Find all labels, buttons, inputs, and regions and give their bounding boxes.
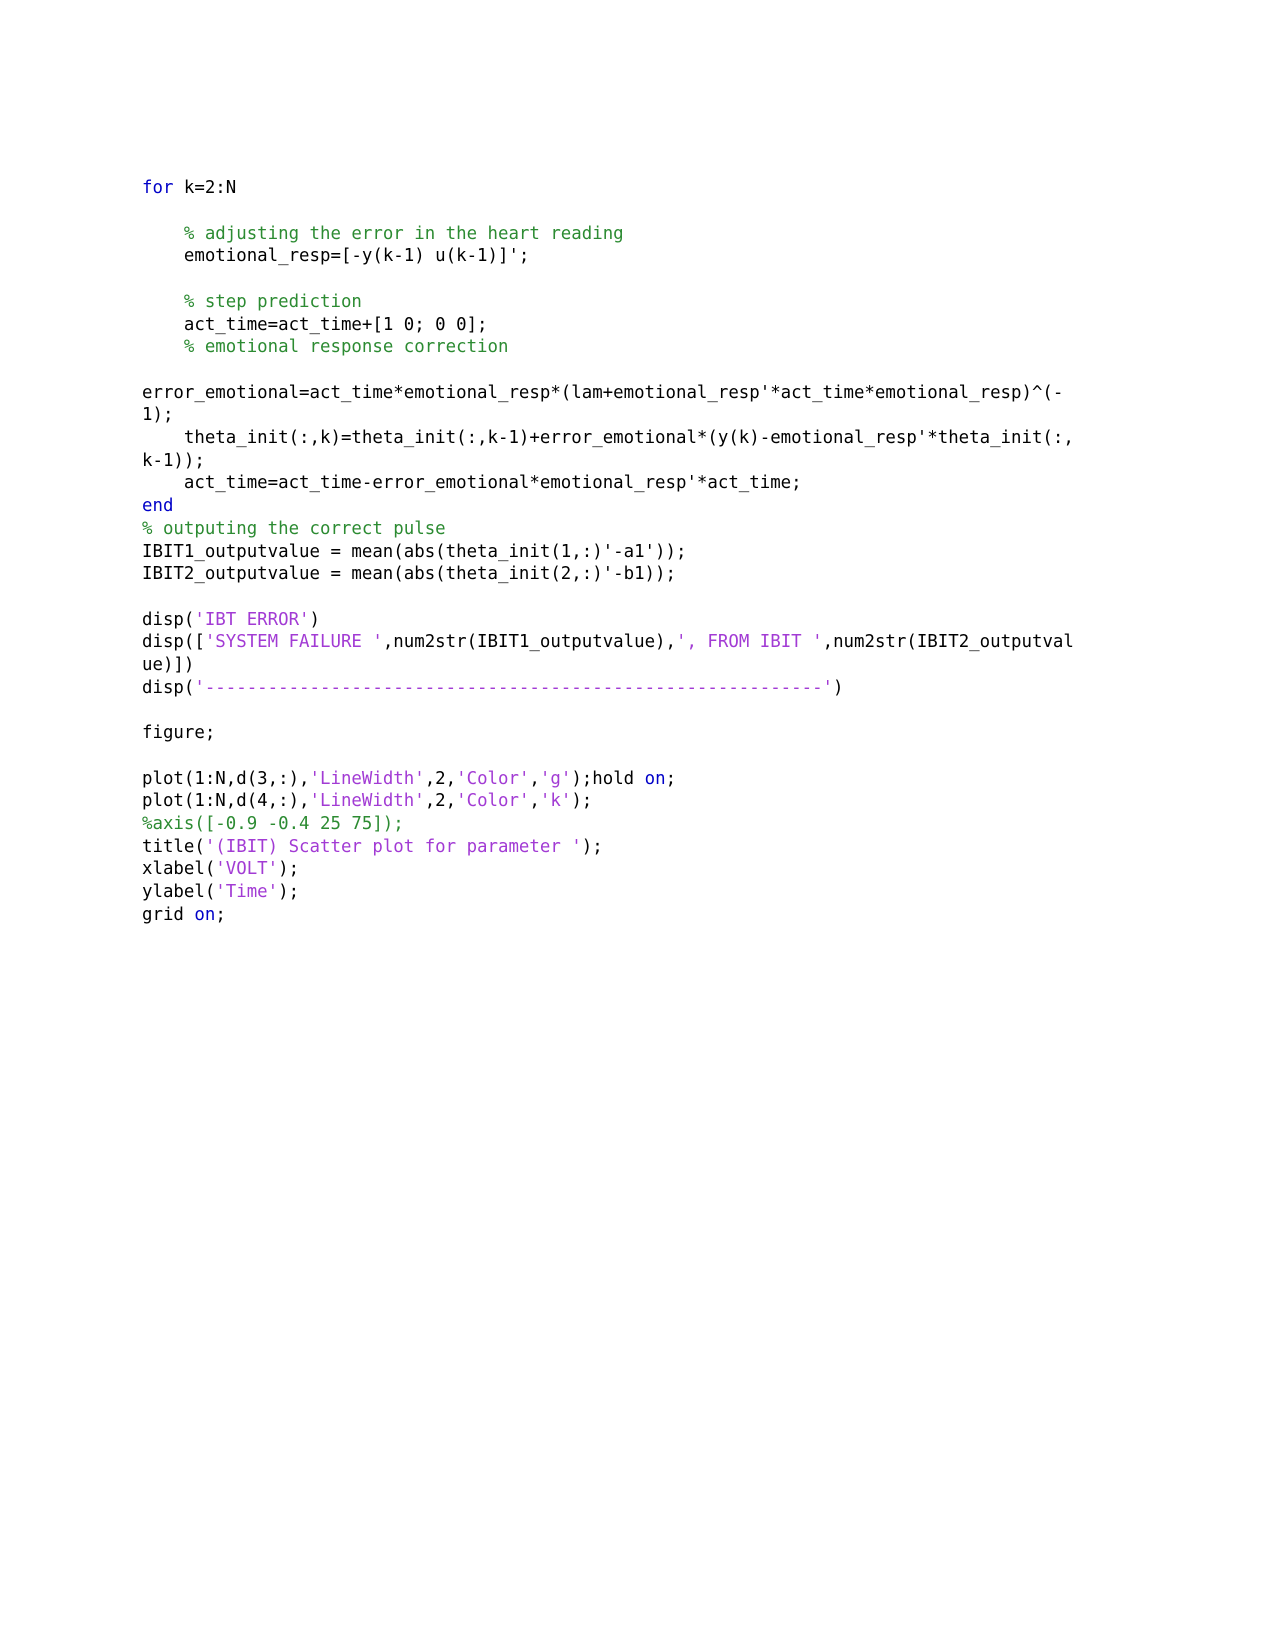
code-line: % step prediction bbox=[142, 291, 1077, 314]
code-token-pl: , bbox=[529, 768, 540, 789]
code-token-pl: ,2, bbox=[424, 791, 457, 812]
code-token-str: 'k' bbox=[539, 791, 572, 812]
code-line: title('(IBIT) Scatter plot for parameter… bbox=[142, 836, 1077, 859]
code-line: act_time=act_time+[1 0; 0 0]; bbox=[142, 314, 1077, 337]
code-line: for k=2:N bbox=[142, 177, 1077, 200]
code-line: ylabel('Time'); bbox=[142, 881, 1077, 904]
code-token-pl: k=2:N bbox=[173, 178, 237, 199]
code-token-pl: );hold bbox=[571, 768, 645, 789]
code-line: plot(1:N,d(3,:),'LineWidth',2,'Color','g… bbox=[142, 768, 1077, 791]
code-token-pl: act_time=act_time-error_emotional*emotio… bbox=[142, 473, 802, 494]
code-token-cm: % outputing the correct pulse bbox=[142, 518, 446, 539]
code-token-pl: act_time=act_time+[1 0; 0 0]; bbox=[142, 314, 488, 335]
code-listing: for k=2:N % adjusting the error in the h… bbox=[142, 177, 1077, 926]
code-token-pl: plot(1:N,d(4,:), bbox=[142, 791, 310, 812]
code-token-pl: theta_init(:,k)=theta_init(:,k-1)+error_… bbox=[142, 428, 1074, 471]
code-token-pl: IBIT1_outputvalue = mean(abs(theta_init(… bbox=[142, 541, 687, 562]
code-token-pl: grid bbox=[142, 904, 195, 925]
code-token-str: 'Color' bbox=[456, 791, 530, 812]
code-token-cm: % emotional response correction bbox=[142, 337, 509, 358]
code-token-kw: for bbox=[142, 178, 174, 199]
code-line: disp('IBT ERROR') bbox=[142, 609, 1077, 632]
code-token-pl: ; bbox=[665, 768, 677, 789]
code-line: error_emotional=act_time*emotional_resp*… bbox=[142, 382, 1077, 427]
code-token-cm: % adjusting the error in the heart readi… bbox=[142, 223, 624, 244]
code-token-pl: ) bbox=[833, 677, 844, 698]
code-line: %axis([-0.9 -0.4 25 75]); bbox=[142, 813, 1077, 836]
code-token-pl: emotional_resp=[-y(k-1) u(k-1)]'; bbox=[142, 246, 530, 267]
code-line: IBIT2_outputvalue = mean(abs(theta_init(… bbox=[142, 563, 1077, 586]
document-page: for k=2:N % adjusting the error in the h… bbox=[0, 0, 1275, 1650]
code-line: grid on; bbox=[142, 904, 1077, 927]
code-token-pl: ,2, bbox=[424, 768, 457, 789]
code-token-str: 'IBT ERROR' bbox=[194, 609, 310, 630]
code-token-pl: error_emotional=act_time*emotional_resp*… bbox=[142, 382, 1064, 426]
code-token-pl: ); bbox=[278, 859, 300, 880]
code-token-str: 'VOLT' bbox=[215, 859, 279, 880]
code-token-pl: xlabel( bbox=[142, 859, 216, 880]
code-line: act_time=act_time-error_emotional*emotio… bbox=[142, 472, 1077, 495]
code-token-cm: %axis([-0.9 -0.4 25 75]); bbox=[142, 813, 404, 834]
code-token-cm: % step prediction bbox=[142, 291, 362, 312]
code-token-str: '---------------------------------------… bbox=[194, 677, 834, 698]
code-token-pl: figure; bbox=[142, 723, 216, 744]
code-token-str: 'LineWidth' bbox=[309, 791, 425, 812]
code-token-pl: ); bbox=[581, 836, 603, 857]
code-token-str: 'LineWidth' bbox=[309, 768, 425, 789]
code-token-str: 'Time' bbox=[215, 882, 279, 903]
code-token-kw: on bbox=[644, 768, 666, 789]
code-token-pl: disp( bbox=[142, 677, 195, 698]
code-token-str: ', FROM IBIT ' bbox=[676, 632, 823, 653]
code-line: IBIT1_outputvalue = mean(abs(theta_init(… bbox=[142, 541, 1077, 564]
code-token-pl: ; bbox=[215, 904, 226, 925]
code-token-str: 'SYSTEM FAILURE ' bbox=[204, 632, 383, 653]
code-token-pl: ); bbox=[278, 882, 300, 903]
code-token-pl: ,num2str(IBIT1_outputvalue), bbox=[382, 632, 676, 653]
code-token-pl: ); bbox=[571, 791, 593, 812]
code-token-pl: disp( bbox=[142, 609, 195, 630]
code-line: theta_init(:,k)=theta_init(:,k-1)+error_… bbox=[142, 427, 1077, 472]
code-token-kw: on bbox=[194, 904, 216, 925]
code-line: xlabel('VOLT'); bbox=[142, 858, 1077, 881]
code-token-pl: , bbox=[529, 791, 540, 812]
code-token-pl: ) bbox=[309, 609, 321, 630]
code-line: disp('----------------------------------… bbox=[142, 677, 1077, 700]
code-line: % emotional response correction bbox=[142, 336, 1077, 359]
code-token-pl: title( bbox=[142, 836, 205, 857]
code-line: figure; bbox=[142, 722, 1077, 745]
code-token-kw: end bbox=[142, 496, 174, 517]
code-line: % outputing the correct pulse bbox=[142, 518, 1077, 541]
code-token-pl: plot(1:N,d(3,:), bbox=[142, 768, 310, 789]
code-token-pl: ylabel( bbox=[142, 882, 216, 903]
code-line: plot(1:N,d(4,:),'LineWidth',2,'Color','k… bbox=[142, 790, 1077, 813]
code-line: disp(['SYSTEM FAILURE ',num2str(IBIT1_ou… bbox=[142, 631, 1077, 676]
code-line: end bbox=[142, 495, 1077, 518]
code-token-pl: disp([ bbox=[142, 632, 205, 653]
code-token-str: 'g' bbox=[539, 768, 572, 789]
code-line: emotional_resp=[-y(k-1) u(k-1)]'; bbox=[142, 245, 1077, 268]
code-token-str: 'Color' bbox=[456, 768, 530, 789]
code-token-pl: IBIT2_outputvalue = mean(abs(theta_init(… bbox=[142, 564, 676, 585]
code-line: % adjusting the error in the heart readi… bbox=[142, 223, 1077, 246]
code-token-str: '(IBIT) Scatter plot for parameter ' bbox=[204, 836, 582, 857]
